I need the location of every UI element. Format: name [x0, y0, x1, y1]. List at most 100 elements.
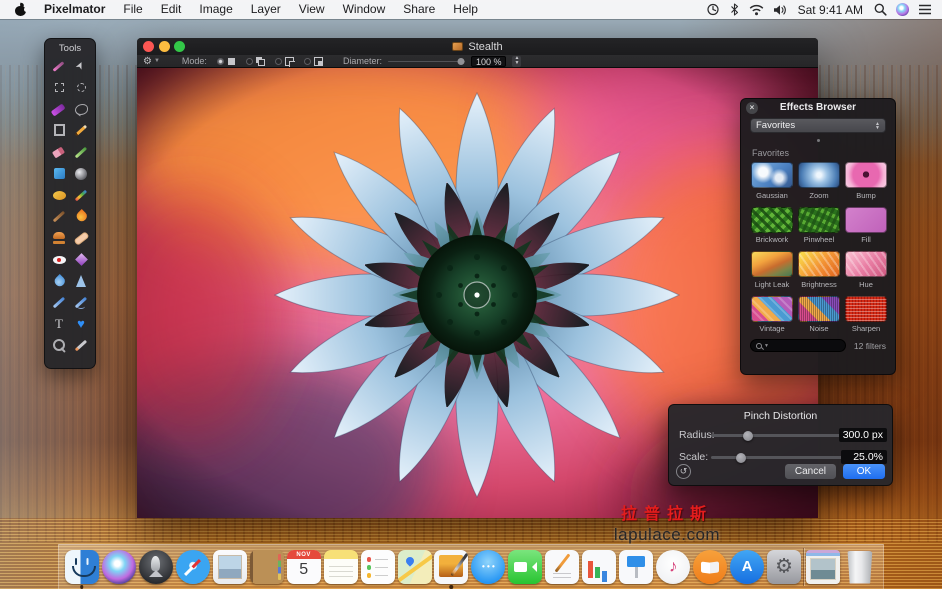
mode-option-intersect[interactable] — [304, 57, 323, 66]
diameter-stepper[interactable]: ▲▼ — [512, 56, 521, 67]
effect-noise[interactable]: Noise — [798, 296, 840, 334]
dock-keynote[interactable] — [618, 546, 654, 589]
menu-image[interactable]: Image — [190, 0, 241, 19]
tool-pen[interactable] — [48, 295, 70, 312]
menu-window[interactable]: Window — [334, 0, 395, 19]
tool-pencil[interactable] — [70, 123, 92, 140]
mode-option-add[interactable] — [246, 57, 265, 66]
mode-intersect-radio[interactable] — [304, 58, 311, 65]
tool-ellipse-marquee[interactable] — [70, 80, 92, 97]
reset-button[interactable]: ↺ — [676, 464, 691, 479]
diameter-slider-knob[interactable] — [458, 58, 465, 65]
siri-icon[interactable] — [102, 550, 136, 584]
menu-layer[interactable]: Layer — [242, 0, 290, 19]
scale-slider[interactable] — [711, 456, 843, 459]
safari-icon[interactable] — [176, 550, 210, 584]
bump-thumbnail[interactable] — [845, 162, 887, 188]
tool-eraser[interactable] — [48, 144, 70, 161]
tool-red-eye[interactable] — [48, 252, 70, 269]
mode-new-radio[interactable] — [217, 58, 224, 65]
tool-rect-marquee[interactable] — [48, 80, 70, 97]
tool-heal[interactable] — [70, 230, 92, 247]
launchpad-icon[interactable] — [139, 550, 173, 584]
trash-icon[interactable] — [846, 551, 873, 584]
effect-bump[interactable]: Bump — [845, 162, 887, 200]
tool-gem[interactable] — [70, 252, 92, 269]
keynote-icon[interactable] — [619, 550, 653, 584]
time-machine-icon[interactable] — [706, 0, 720, 19]
effect-brickwork[interactable]: Brickwork — [751, 207, 793, 245]
dock-downloads[interactable] — [805, 546, 841, 589]
apple-menu-icon[interactable] — [14, 3, 27, 16]
system-preferences-icon[interactable] — [767, 550, 801, 584]
numbers-icon[interactable] — [582, 550, 616, 584]
window-titlebar[interactable]: Stealth — [137, 38, 818, 55]
mode-add-radio[interactable] — [246, 58, 253, 65]
dock-reminders[interactable] — [360, 546, 396, 589]
vintage-thumbnail[interactable] — [751, 296, 793, 322]
dock-safari[interactable] — [175, 546, 211, 589]
scale-value[interactable]: 25.0% — [841, 450, 887, 464]
effect-sharpen[interactable]: Sharpen — [845, 296, 887, 334]
dock-trash[interactable] — [842, 546, 878, 589]
ok-button[interactable]: OK — [843, 464, 885, 479]
effect-vintage[interactable]: Vintage — [751, 296, 793, 334]
dock-maps[interactable] — [397, 546, 433, 589]
preview-icon[interactable] — [434, 550, 468, 584]
dock-ibooks[interactable] — [692, 546, 728, 589]
effects-search-input[interactable]: ▼ — [750, 339, 846, 352]
dock-messages[interactable] — [470, 546, 506, 589]
radius-slider-knob[interactable] — [743, 431, 753, 441]
tool-slice[interactable] — [70, 144, 92, 161]
effect-zoom[interactable]: Zoom — [798, 162, 840, 200]
menu-file[interactable]: File — [114, 0, 151, 19]
mail-icon[interactable] — [213, 550, 247, 584]
effect-fill[interactable]: Fill — [845, 207, 887, 245]
tool-eyedropper[interactable] — [70, 338, 92, 355]
dock-facetime[interactable] — [507, 546, 543, 589]
effect-pinwheel[interactable]: Pinwheel — [798, 207, 840, 245]
itunes-icon[interactable] — [656, 550, 690, 584]
dock-preview[interactable] — [433, 546, 469, 589]
tool-zoom[interactable] — [48, 338, 70, 355]
noise-thumbnail[interactable] — [798, 296, 840, 322]
cancel-button[interactable]: Cancel — [785, 464, 836, 479]
dock-pages[interactable] — [544, 546, 580, 589]
diameter-value[interactable]: 100 % — [471, 56, 507, 67]
maps-icon[interactable] — [398, 550, 432, 584]
downloads-icon[interactable] — [806, 550, 840, 584]
tool-type[interactable] — [48, 316, 70, 333]
stepper-down-icon[interactable]: ▼ — [514, 61, 519, 66]
menu-clock[interactable]: Sat 9:41 AM — [796, 3, 865, 17]
contacts-icon[interactable] — [250, 550, 284, 584]
tool-settings-button[interactable]: ⚙▼ — [143, 56, 160, 67]
appstore-icon[interactable] — [730, 550, 764, 584]
messages-icon[interactable] — [471, 550, 505, 584]
ibooks-icon[interactable] — [693, 550, 727, 584]
dock-finder[interactable] — [64, 546, 100, 589]
tool-blur[interactable] — [48, 273, 70, 290]
tool-lasso[interactable] — [70, 101, 92, 118]
light-leak-thumbnail[interactable] — [751, 251, 793, 277]
radius-slider[interactable] — [711, 434, 843, 437]
dock-siri[interactable] — [101, 546, 137, 589]
dock-itunes[interactable] — [655, 546, 691, 589]
facetime-icon[interactable] — [508, 550, 542, 584]
menu-edit[interactable]: Edit — [152, 0, 191, 19]
effect-brightness[interactable]: Brightness — [798, 251, 840, 289]
effects-close-icon[interactable]: × — [746, 102, 758, 114]
document-proxy-icon[interactable] — [452, 42, 463, 51]
dock-launchpad[interactable] — [138, 546, 174, 589]
menu-pixelmator[interactable]: Pixelmator — [35, 0, 114, 19]
hue-thumbnail[interactable] — [845, 251, 887, 277]
dock-notes[interactable] — [323, 546, 359, 589]
sharpen-thumbnail[interactable] — [845, 296, 887, 322]
effect-light-leak[interactable]: Light Leak — [751, 251, 793, 289]
tool-burn[interactable] — [70, 209, 92, 226]
calendar-icon[interactable]: NOV5 — [287, 550, 321, 584]
dock-appstore[interactable] — [729, 546, 765, 589]
effects-category-dropdown[interactable]: Favorites ▲▼ — [750, 118, 886, 133]
radius-value[interactable]: 300.0 px — [839, 428, 887, 442]
effect-gaussian[interactable]: Gaussian — [751, 162, 793, 200]
menu-view[interactable]: View — [290, 0, 334, 19]
